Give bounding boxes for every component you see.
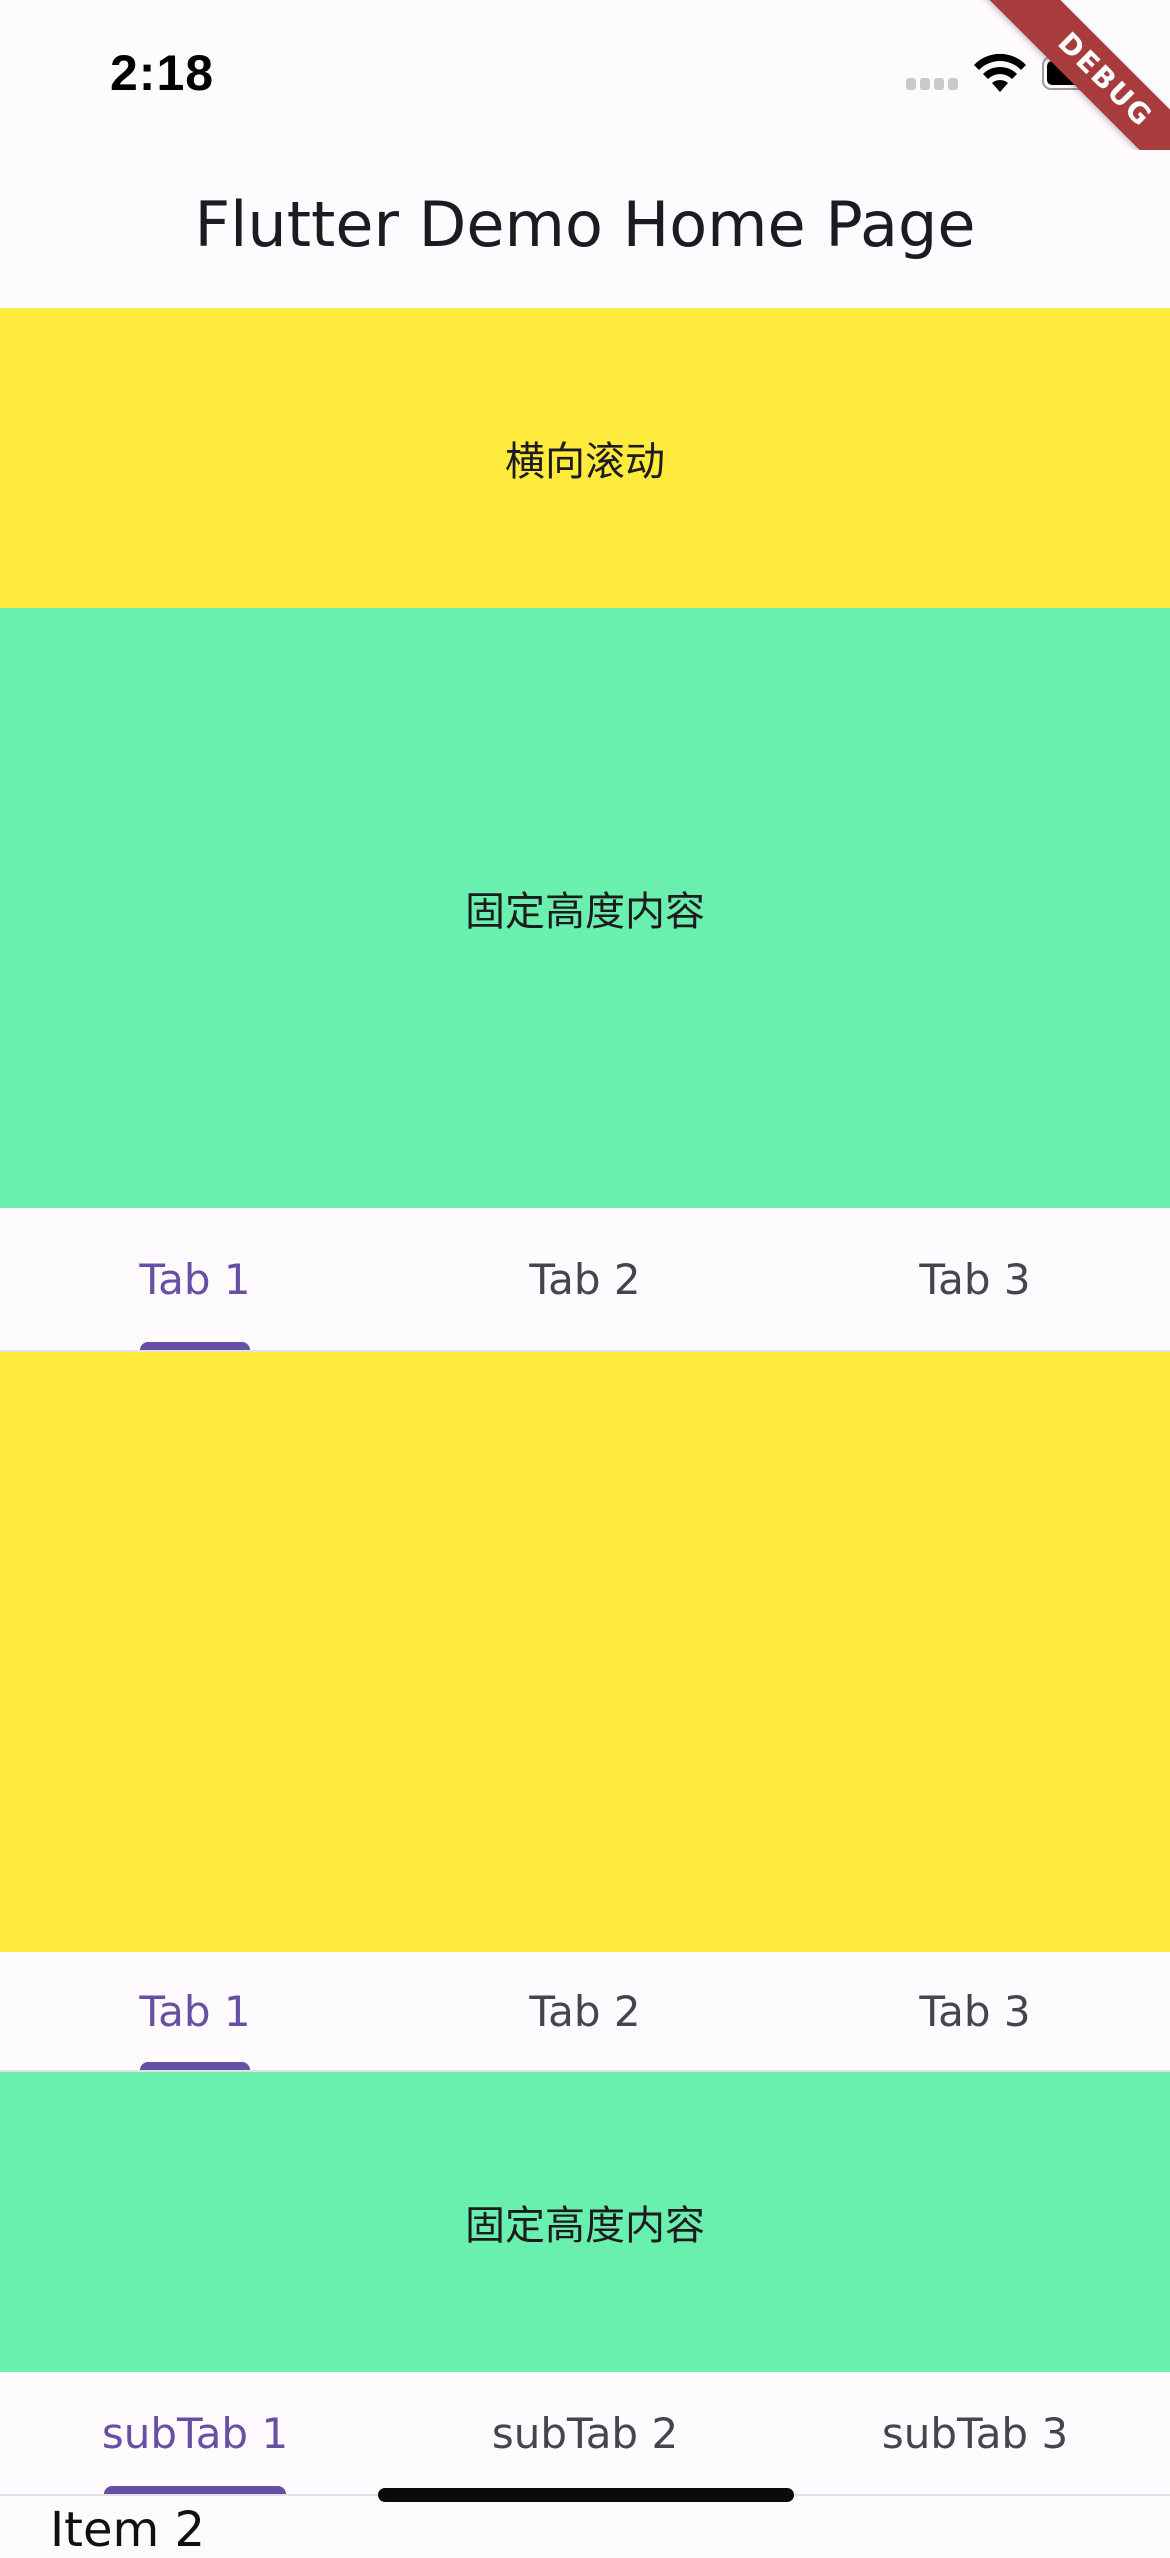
- signal-icon: [906, 78, 958, 90]
- tab-bar-pinned: Tab 1 Tab 2 Tab 3: [0, 1952, 1170, 2072]
- sub-tab-2[interactable]: subTab 2: [390, 2372, 780, 2494]
- horizontal-scroll-label: 横向滚动: [505, 439, 665, 485]
- page-title: Flutter Demo Home Page: [194, 188, 976, 261]
- sub-tab-indicator: [104, 2486, 286, 2494]
- pinned-tab-3[interactable]: Tab 3: [780, 1952, 1170, 2070]
- status-time: 2:18: [110, 45, 215, 101]
- pinned-tab-1[interactable]: Tab 1: [0, 1952, 390, 2070]
- tab-indicator: [140, 1342, 250, 1350]
- pinned-tab-indicator: [140, 2062, 250, 2070]
- home-indicator[interactable]: [378, 2488, 794, 2502]
- tab-1[interactable]: Tab 1: [0, 1208, 390, 1350]
- fixed-height-label: 固定高度内容: [465, 889, 705, 935]
- sub-tab-3[interactable]: subTab 3: [780, 2372, 1170, 2494]
- pinned-tab-2[interactable]: Tab 2: [390, 1952, 780, 2070]
- tab-content-area: [0, 1352, 1170, 1952]
- tab-3[interactable]: Tab 3: [780, 1208, 1170, 1350]
- fixed-height-section-2: 固定高度内容: [0, 2072, 1170, 2372]
- horizontal-scroll-section[interactable]: 横向滚动: [0, 308, 1170, 608]
- app-bar: Flutter Demo Home Page: [0, 150, 1170, 308]
- fixed-height-section: 固定高度内容: [0, 608, 1170, 1208]
- wifi-icon: [974, 53, 1026, 92]
- tab-2[interactable]: Tab 2: [390, 1208, 780, 1350]
- tab-bar-primary: Tab 1 Tab 2 Tab 3: [0, 1208, 1170, 1352]
- battery-icon: [1042, 56, 1110, 90]
- sub-tab-1[interactable]: subTab 1: [0, 2372, 390, 2494]
- status-bar: 2:18: [0, 0, 1170, 150]
- sub-tab-bar: subTab 1 subTab 2 subTab 3: [0, 2372, 1170, 2496]
- list-item[interactable]: Item 2: [50, 2502, 205, 2558]
- fixed-height-label-2: 固定高度内容: [465, 2203, 705, 2249]
